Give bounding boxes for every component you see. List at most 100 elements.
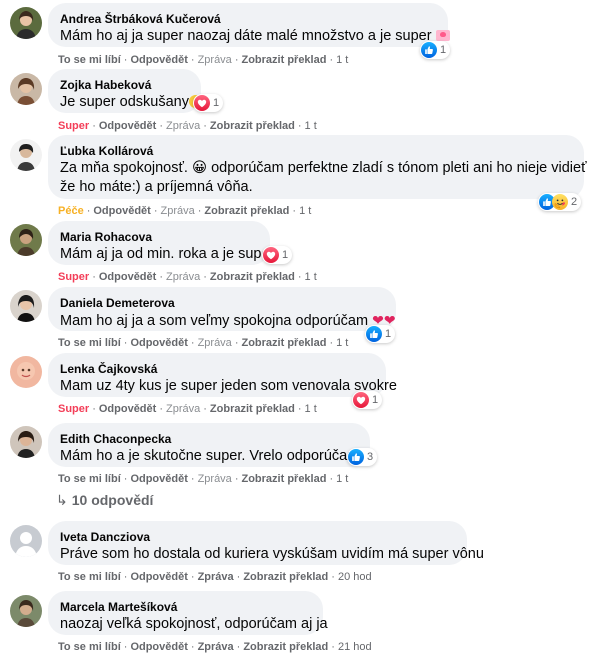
comment-text: Mam uz 4ty kus je super jeden som venova… bbox=[60, 378, 397, 394]
comment-author[interactable]: Iveta Dancziova bbox=[60, 529, 455, 545]
like-button[interactable]: Super bbox=[58, 120, 89, 132]
reply-button[interactable]: Odpovědět bbox=[130, 473, 187, 485]
message-button[interactable]: Zpráva bbox=[161, 205, 195, 217]
comment-actions: Péče · Odpovědět · Zpráva · Zobrazit překlad · 1… bbox=[58, 205, 312, 217]
reply-button[interactable]: Odpovědět bbox=[130, 54, 187, 66]
comment-text: Mam ho aj ja a som veľmy spokojna odporú… bbox=[60, 311, 396, 331]
timestamp[interactable]: 1 t bbox=[305, 120, 317, 132]
avatar[interactable] bbox=[10, 595, 42, 627]
avatar[interactable] bbox=[10, 356, 42, 388]
timestamp[interactable]: 20 hod bbox=[338, 571, 372, 583]
reply-button[interactable]: Odpovědět bbox=[99, 271, 156, 283]
timestamp[interactable]: 1 t bbox=[336, 337, 348, 349]
like-button[interactable]: Péče bbox=[58, 205, 84, 217]
translate-button[interactable]: Zobrazit překlad bbox=[243, 641, 328, 653]
timestamp[interactable]: 1 t bbox=[299, 205, 311, 217]
timestamp[interactable]: 1 t bbox=[305, 403, 317, 415]
view-replies-label: 10 odpovědí bbox=[71, 492, 154, 508]
reaction-count: 1 bbox=[372, 394, 379, 406]
reaction-badge[interactable]: 2 bbox=[538, 193, 582, 211]
like-button[interactable]: To se mi líbí bbox=[58, 54, 121, 66]
comment-actions: To se mi líbí · Odpovědět · Zpráva · Zobrazit … bbox=[58, 54, 349, 66]
comment-bubble: Maria Rohacova Mám aj ja od min. roka a … bbox=[48, 221, 275, 265]
timestamp[interactable]: 21 hod bbox=[338, 641, 372, 653]
message-button[interactable]: Zpráva bbox=[198, 641, 234, 653]
avatar[interactable] bbox=[10, 525, 42, 557]
avatar[interactable] bbox=[10, 7, 42, 39]
comment-author[interactable]: Maria Rohacova bbox=[60, 229, 258, 245]
avatar[interactable] bbox=[10, 73, 42, 105]
comment-actions: To se mi líbí · Odpovědět · Zpráva · Zobrazit … bbox=[58, 571, 372, 583]
comment-actions: Super · Odpovědět · Zpráva · Zobrazit překlad ·… bbox=[58, 403, 317, 415]
reply-button[interactable]: Odpovědět bbox=[99, 120, 156, 132]
reaction-badge[interactable]: 1 bbox=[193, 94, 224, 112]
reaction-badge[interactable]: 1 bbox=[262, 246, 293, 264]
comment-text: Mám ho a je skutočne super. Vrelo odporú… bbox=[60, 448, 364, 464]
comment-author[interactable]: Zojka Habeková bbox=[60, 77, 189, 93]
comment-author[interactable]: Andrea Štrbáková Kučerová bbox=[60, 11, 436, 27]
comment-actions: To se mi líbí · Odpovědět · Zpráva · Zobrazit … bbox=[58, 641, 372, 653]
reaction-badge[interactable]: 1 bbox=[352, 391, 383, 409]
avatar[interactable] bbox=[10, 139, 42, 171]
heart-icon bbox=[194, 95, 210, 111]
comment-actions: To se mi líbí · Odpovědět · Zpráva · Zobrazit … bbox=[58, 337, 349, 349]
comment-author[interactable]: Ľubka Kollárová bbox=[60, 143, 572, 159]
reaction-badge[interactable]: 1 bbox=[365, 325, 396, 343]
avatar[interactable] bbox=[10, 426, 42, 458]
like-icon bbox=[421, 42, 437, 58]
like-button[interactable]: To se mi líbí bbox=[58, 571, 121, 583]
comment-author[interactable]: Lenka Čajkovská bbox=[60, 361, 374, 377]
view-replies-link[interactable]: ↳ 10 odpovědí bbox=[56, 492, 153, 509]
message-button[interactable]: Zpráva bbox=[166, 403, 200, 415]
comment-author[interactable]: Edith Chaconpecka bbox=[60, 431, 358, 447]
reply-button[interactable]: Odpovědět bbox=[93, 205, 150, 217]
comment-bubble: Marcela Martešíková naozaj veľká spokojn… bbox=[48, 591, 328, 635]
reaction-count: 1 bbox=[213, 97, 220, 109]
reaction-badge[interactable]: 1 bbox=[420, 41, 451, 59]
comment-bubble: Andrea Štrbáková Kučerová Mám ho aj ja s… bbox=[48, 3, 450, 47]
message-button[interactable]: Zpráva bbox=[198, 54, 232, 66]
comment-text: Za mňa spokojnosť. 😀 odporúčam perfektne… bbox=[60, 160, 587, 176]
comment-text: Práve som ho dostala od kuriera vyskúšam… bbox=[60, 546, 484, 562]
reply-button[interactable]: Odpovědět bbox=[99, 403, 156, 415]
timestamp[interactable]: 1 t bbox=[336, 54, 348, 66]
translate-button[interactable]: Zobrazit překlad bbox=[241, 473, 326, 485]
translate-button[interactable]: Zobrazit překlad bbox=[241, 337, 326, 349]
comment-bubble: Lenka Čajkovská Mam uz 4ty kus je super … bbox=[48, 353, 397, 397]
avatar[interactable] bbox=[10, 290, 42, 322]
like-button[interactable]: To se mi líbí bbox=[58, 473, 121, 485]
message-button[interactable]: Zpráva bbox=[198, 337, 232, 349]
comment-text-content: Mám ho aj ja super naozaj dáte malé množ… bbox=[60, 28, 432, 44]
translate-button[interactable]: Zobrazit překlad bbox=[241, 54, 326, 66]
reaction-badge[interactable]: 3 bbox=[347, 448, 378, 466]
reaction-count: 1 bbox=[282, 249, 289, 261]
timestamp[interactable]: 1 t bbox=[336, 473, 348, 485]
heart-icon bbox=[263, 247, 279, 263]
reply-button[interactable]: Odpovědět bbox=[130, 641, 187, 653]
message-button[interactable]: Zpráva bbox=[166, 120, 200, 132]
comment-text: Mám ho aj ja super naozaj dáte malé množ… bbox=[60, 27, 450, 46]
reply-button[interactable]: Odpovědět bbox=[130, 571, 187, 583]
comment-text: Mám aj ja od min. roka a je super bbox=[60, 246, 275, 262]
message-button[interactable]: Zpráva bbox=[198, 571, 234, 583]
message-button[interactable]: Zpráva bbox=[166, 271, 200, 283]
timestamp[interactable]: 1 t bbox=[305, 271, 317, 283]
comment-text-content: Mam ho aj ja a som veľmy spokojna odporú… bbox=[60, 313, 369, 329]
comment-author[interactable]: Daniela Demeterova bbox=[60, 295, 384, 311]
message-button[interactable]: Zpráva bbox=[198, 473, 232, 485]
reply-button[interactable]: Odpovědět bbox=[130, 337, 187, 349]
translate-button[interactable]: Zobrazit překlad bbox=[204, 205, 289, 217]
translate-button[interactable]: Zobrazit překlad bbox=[243, 571, 328, 583]
like-button[interactable]: Super bbox=[58, 271, 89, 283]
care-icon bbox=[552, 194, 568, 210]
like-button[interactable]: To se mi líbí bbox=[58, 337, 121, 349]
comment-author[interactable]: Marcela Martešíková bbox=[60, 599, 311, 615]
avatar[interactable] bbox=[10, 224, 42, 256]
like-button[interactable]: Super bbox=[58, 403, 89, 415]
like-icon bbox=[348, 449, 364, 465]
like-button[interactable]: To se mi líbí bbox=[58, 641, 121, 653]
translate-button[interactable]: Zobrazit překlad bbox=[210, 271, 295, 283]
comment-text: naozaj veľká spokojnosť, odporúčam aj ja bbox=[60, 616, 328, 632]
translate-button[interactable]: Zobrazit překlad bbox=[210, 120, 295, 132]
translate-button[interactable]: Zobrazit překlad bbox=[210, 403, 295, 415]
